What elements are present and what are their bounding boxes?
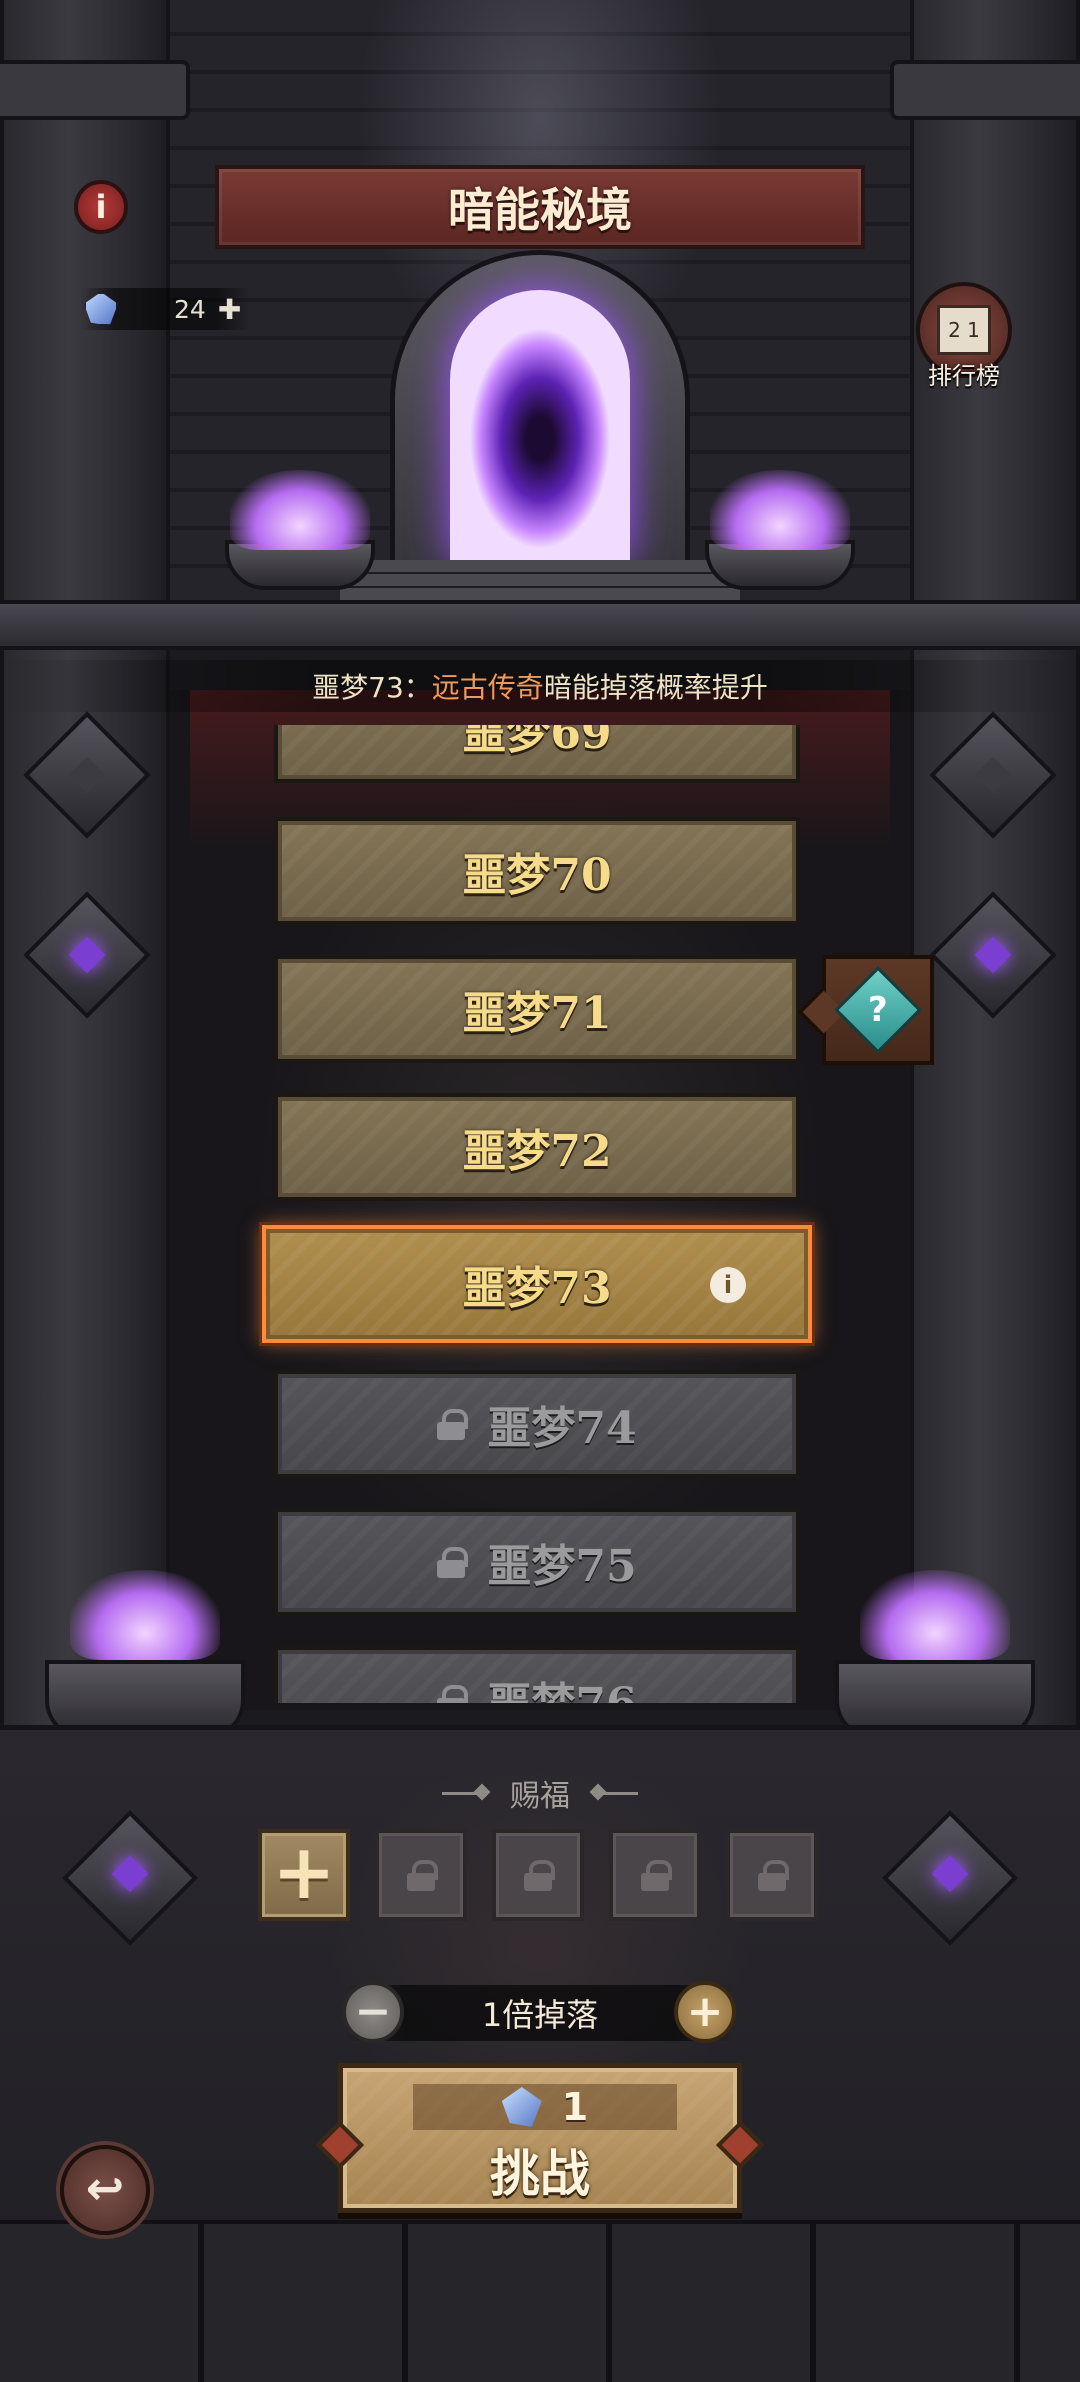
challenge-label: 挑战: [490, 2145, 590, 2203]
blessing-header: 赐福: [390, 1773, 690, 1814]
challenge-cost-value: 1: [561, 2085, 589, 2129]
level-item-71[interactable]: 噩梦71: [274, 955, 800, 1063]
lock-icon: [407, 1860, 438, 1891]
level-list[interactable]: 噩梦69 噩梦70 噩梦71 噩梦72 噩梦73 i 噩梦74 噩梦75 噩梦7…: [170, 725, 910, 1703]
purple-flame-icon: [710, 470, 850, 550]
challenge-cost: 1: [413, 2084, 677, 2130]
blessing-slot-locked[interactable]: [375, 1829, 467, 1921]
notice-level: 噩梦73：: [312, 671, 432, 704]
dice-icon: 2 1: [937, 305, 991, 355]
info-button[interactable]: i: [74, 180, 128, 234]
level-label: 噩梦70: [462, 850, 612, 901]
mystery-reward-button[interactable]: ?: [822, 955, 934, 1065]
level-item-76-locked[interactable]: 噩梦76: [274, 1646, 800, 1703]
level-label: 噩梦75: [487, 1541, 637, 1592]
level-label: 噩梦71: [462, 988, 612, 1039]
right-pillar-cap: [890, 60, 1080, 120]
crystal-icon: [501, 2087, 542, 2127]
page-title: 暗能秘境: [448, 183, 632, 237]
left-pillar-cap: [0, 60, 190, 120]
level-label: 噩梦74: [487, 1403, 637, 1454]
ornament-right-icon: [592, 1791, 638, 1795]
lock-icon: [641, 1860, 672, 1891]
plus-icon: +: [272, 1827, 336, 1916]
level-item-73-selected[interactable]: 噩梦73 i: [262, 1225, 812, 1343]
decrease-multiplier-button[interactable]: −: [342, 1981, 404, 2043]
level-label: 噩梦72: [462, 1126, 612, 1177]
lock-icon: [437, 1685, 469, 1703]
blessing-slot-locked[interactable]: [492, 1829, 584, 1921]
portal-steps: [340, 560, 740, 600]
back-arrow-icon: ↩: [85, 2161, 125, 2215]
lock-icon: [437, 1547, 469, 1578]
stone-floor: [0, 2220, 1080, 2382]
ranking-button[interactable]: 2 1 排行榜: [904, 282, 1024, 402]
blessing-slot-locked[interactable]: [726, 1829, 818, 1921]
ranking-label: 排行榜: [928, 362, 1000, 390]
level-item-72[interactable]: 噩梦72: [274, 1093, 800, 1201]
blessing-slot-add[interactable]: +: [258, 1829, 350, 1921]
drop-boost-notice: 噩梦73： 远古传奇 暗能掉落概率提升: [0, 660, 1080, 712]
purple-flame-icon: [230, 470, 370, 550]
add-currency-button[interactable]: ✚: [218, 293, 241, 326]
title-banner: 暗能秘境: [215, 165, 865, 249]
notice-highlight: 远古传奇: [431, 671, 544, 704]
increase-multiplier-button[interactable]: +: [674, 1981, 736, 2043]
level-info-icon[interactable]: i: [710, 1267, 746, 1303]
level-item-75-locked[interactable]: 噩梦75: [274, 1508, 800, 1616]
stone-ledge: [0, 600, 1080, 650]
blessing-slot-locked[interactable]: [609, 1829, 701, 1921]
ornament-left-icon: [442, 1791, 488, 1795]
currency-count: 24: [174, 294, 206, 324]
blessing-title: 赐福: [510, 1779, 570, 1814]
plus-icon: +: [686, 1986, 724, 2037]
back-button[interactable]: ↩: [60, 2145, 150, 2235]
question-mark: ?: [868, 989, 888, 1030]
challenge-button[interactable]: 1 挑战: [338, 2063, 742, 2213]
notice-text: 暗能掉落概率提升: [543, 671, 768, 704]
drop-multiplier-label: 1倍掉落: [481, 1996, 599, 2034]
level-label: 噩梦76: [487, 1668, 636, 1703]
level-label: 噩梦69: [462, 725, 612, 759]
energy-currency: 24 ✚: [80, 288, 250, 330]
level-label: 噩梦73: [462, 1263, 612, 1314]
lock-icon: [437, 1409, 469, 1440]
info-icon: i: [95, 188, 107, 226]
lock-icon: [524, 1860, 555, 1891]
level-item-69[interactable]: 噩梦69: [274, 725, 800, 783]
question-gem-icon: ?: [834, 966, 922, 1054]
lock-icon: [758, 1860, 789, 1891]
level-item-70[interactable]: 噩梦70: [274, 817, 800, 925]
crystal-icon: [84, 292, 118, 326]
minus-icon: −: [354, 1986, 392, 2037]
dark-portal: [450, 290, 630, 560]
level-item-74-locked[interactable]: 噩梦74: [274, 1370, 800, 1478]
